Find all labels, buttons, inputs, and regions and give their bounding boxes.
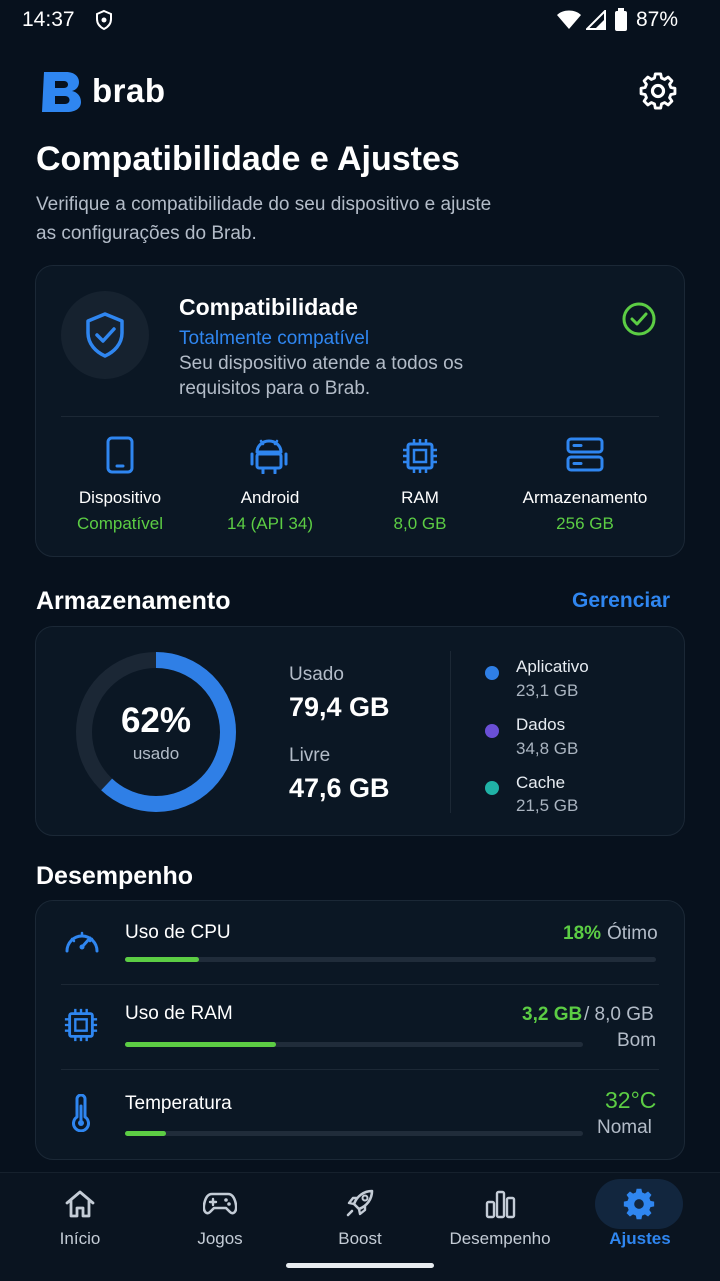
ram-label: Uso de RAM [125,1003,233,1024]
nav-item-desempenho[interactable]: Desempenho [430,1173,570,1263]
spec-value-android: 14 (API 34) [227,514,313,533]
spec-value-storage: 256 GB [556,514,614,533]
spec-label-ram: RAM [401,488,439,507]
perf-divider-2 [61,1069,659,1070]
spec-value-ram: 8,0 GB [393,514,447,533]
temperature-fill [125,1131,167,1136]
nav-label-boost: Boost [338,1229,382,1248]
legend-value-app: 23,1 GB [516,681,579,700]
storage-percent-caption: usado [132,744,180,763]
storage-server-icon [566,437,604,478]
compat-divider [61,416,659,417]
bar-chart-icon [485,1190,516,1219]
legend-dot-cache [485,781,499,795]
wifi-icon [556,10,582,35]
ram-chip-icon [63,1007,99,1048]
brand-name: brab [92,72,166,109]
temperature-track [125,1131,583,1136]
compat-description: Seu dispositivo atende a todos os requis… [179,353,464,399]
status-time: 14:37 [22,8,75,31]
ram-used-value: 3,2 GB [522,1004,583,1025]
home-icon [65,1190,95,1218]
ram-chip-icon [401,437,439,480]
page-title: Compatibilidade e Ajustes [36,140,460,178]
cpu-value: 18% [563,923,602,944]
legend-dot-app [485,666,499,680]
home-indicator[interactable] [286,1263,434,1268]
ram-rating: Bom [617,1030,657,1051]
gamepad-icon [203,1192,237,1215]
ram-total-value: / 8,0 GB [584,1004,654,1025]
legend-name-app: Aplicativo [516,657,589,676]
storage-section-title: Armazenamento [36,587,231,615]
nav-item-boost[interactable]: Boost [290,1173,430,1263]
smartphone-icon [106,436,134,479]
battery-icon [614,8,628,37]
settings-gear-icon [623,1188,655,1220]
speedometer-icon [63,925,101,960]
spec-label-storage: Armazenamento [522,488,648,507]
legend-name-data: Dados [516,715,566,734]
legend-dot-data [485,724,499,738]
check-circle-icon [621,301,657,342]
nav-item-inicio[interactable]: Início [10,1173,150,1263]
cpu-usage-track [125,957,656,962]
compat-status: Totalmente compatível [179,328,370,349]
storage-percent: 62% [120,701,192,740]
used-value: 79,4 GB [289,692,390,722]
cpu-label: Uso de CPU [125,922,231,943]
nav-label-desempenho: Desempenho [449,1229,551,1248]
settings-gear-icon[interactable] [639,72,677,115]
free-value: 47,6 GB [289,773,390,803]
page-subtitle: Verifique a compatibilidade do seu dispo… [36,194,492,244]
legend-value-data: 34,8 GB [516,739,579,758]
brand-logo [40,70,82,119]
nav-item-ajustes[interactable]: Ajustes [570,1173,710,1263]
signal-icon [584,8,606,35]
temperature-value: 32°C [605,1087,657,1113]
rocket-icon [346,1189,374,1217]
battery-percent: 87% [636,8,679,31]
ram-usage-fill [125,1042,277,1047]
spec-label-android: Android [240,488,300,507]
nav-label-inicio: Início [59,1229,101,1248]
nav-item-jogos[interactable]: Jogos [150,1173,290,1263]
legend-name-cache: Cache [516,773,566,792]
temperature-label: Temperatura [125,1093,232,1114]
nav-label-jogos: Jogos [197,1229,243,1248]
cpu-rating: Ótimo [607,923,658,944]
storage-divider [450,651,451,813]
legend-value-cache: 21,5 GB [516,796,579,815]
nav-label-ajustes: Ajustes [609,1229,671,1248]
perf-divider-1 [61,984,659,985]
bottom-nav: Início Jogos Boost Desempenho Ajustes [0,1172,720,1281]
thermometer-icon [70,1093,92,1137]
performance-card: Uso de CPU 18% Ótimo Uso de RAM 3,2 GB /… [35,900,685,1160]
ram-usage-track [125,1042,583,1047]
shield-badge [61,291,149,379]
free-label: Livre [289,745,331,766]
compatibility-card: Compatibilidade Totalmente compatível Se… [35,265,685,557]
compat-title: Compatibilidade [179,294,358,320]
shield-check-icon [86,312,124,358]
spec-value-device: Compatível [77,514,163,533]
temperature-rating: Nomal [597,1117,652,1138]
spec-label-device: Dispositivo [78,488,162,507]
storage-card: 62% usado Usado 79,4 GB Livre 47,6 GB Ap… [35,626,685,836]
android-icon [250,436,288,479]
cpu-usage-fill [125,957,200,962]
shield-status-icon [94,9,114,36]
performance-section-title: Desempenho [36,862,193,890]
used-label: Usado [289,664,344,685]
manage-storage-link[interactable]: Gerenciar [572,589,670,613]
